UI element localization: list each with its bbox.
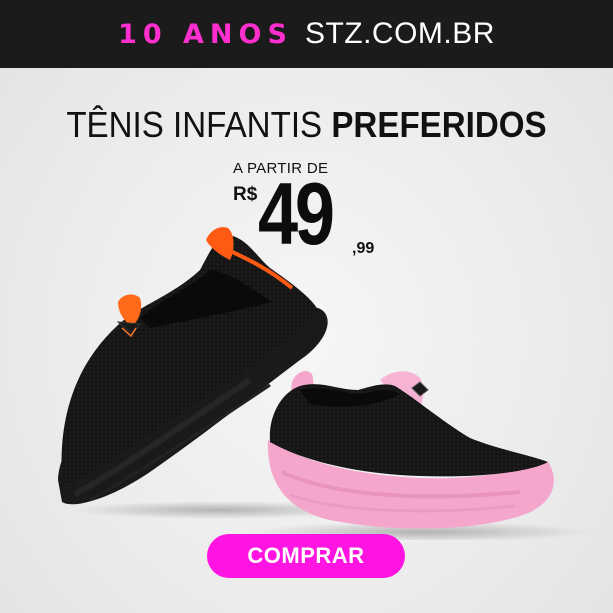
price-currency: R$ [233,184,258,205]
site-url-text[interactable]: STZ.COM.BR [305,17,495,51]
top-banner: 10 ANOS STZ.COM.BR [0,0,613,68]
anniversary-text: 10 ANOS [118,18,293,50]
sneakers-image [58,227,590,540]
headline: TÊNIS INFANTIS PREFERIDOS [25,104,589,146]
right-shoe [267,371,554,529]
ad-banner: 10 ANOS STZ.COM.BR TÊNIS INFANTIS PREFER… [0,0,613,613]
buy-button[interactable]: COMPRAR [207,534,405,578]
headline-bold: PREFERIDOS [331,104,547,145]
headline-light: TÊNIS INFANTIS [66,104,323,145]
